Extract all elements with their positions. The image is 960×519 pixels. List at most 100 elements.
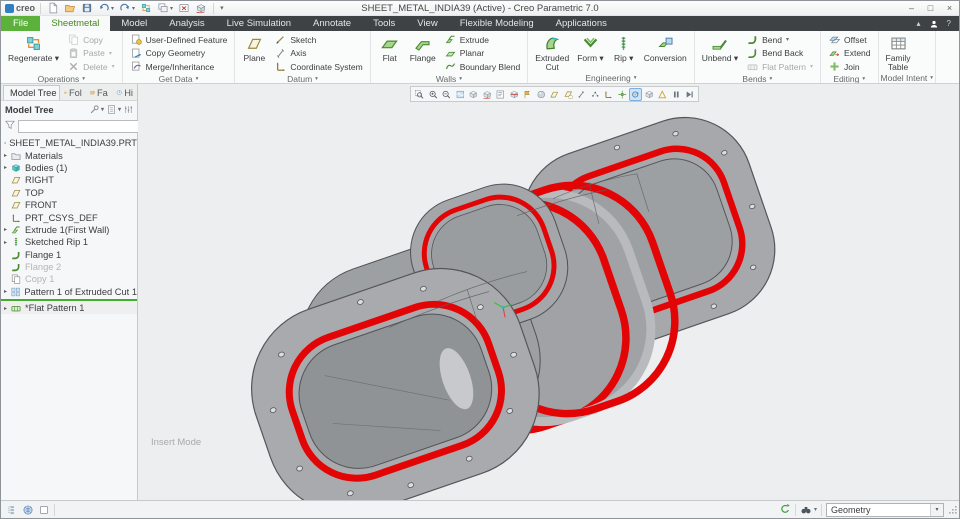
new-file-icon[interactable] bbox=[46, 2, 60, 15]
tab-applications[interactable]: Applications bbox=[545, 16, 618, 31]
navigator-tab-history[interactable]: Hi bbox=[112, 85, 137, 100]
active-window-icon[interactable]: ▾ bbox=[156, 2, 174, 15]
tree-item-top[interactable]: TOP bbox=[1, 187, 137, 199]
tree-item-sheet-metal-india39-prt[interactable]: SHEET_METAL_INDIA39.PRT bbox=[1, 137, 137, 149]
ribbon-group-label-engineering[interactable]: Engineering ▾ bbox=[528, 73, 694, 83]
open-icon[interactable] bbox=[63, 2, 77, 15]
view-manager-icon[interactable] bbox=[508, 88, 521, 101]
expand-arrow-icon[interactable]: ▸ bbox=[1, 288, 10, 295]
ribbon-group-label-get-data[interactable]: Get Data ▾ bbox=[123, 74, 235, 84]
tab-sheetmetal[interactable]: Sheetmetal bbox=[40, 16, 111, 31]
ribbon-button-coordinate-system[interactable]: Coordinate System bbox=[271, 60, 365, 74]
expand-arrow-icon[interactable]: ▸ bbox=[1, 305, 10, 312]
help-icon[interactable]: ? bbox=[947, 19, 951, 28]
step-icon[interactable] bbox=[683, 88, 696, 101]
shading-icon[interactable] bbox=[467, 88, 480, 101]
zoom-in-icon[interactable] bbox=[427, 88, 440, 101]
tab-live-simulation[interactable]: Live Simulation bbox=[216, 16, 302, 31]
nav-toggle-icon[interactable] bbox=[6, 504, 18, 516]
reorient-icon[interactable] bbox=[194, 2, 208, 15]
tree-item-flange-1[interactable]: Flange 1 bbox=[1, 249, 137, 261]
ribbon-button-extrude[interactable]: Extrude bbox=[441, 33, 524, 47]
ribbon-button-planar[interactable]: Planar bbox=[441, 47, 524, 61]
expand-arrow-icon[interactable]: ▸ bbox=[1, 239, 10, 246]
axis-display-icon[interactable] bbox=[575, 88, 588, 101]
datum-display-icon[interactable] bbox=[548, 88, 561, 101]
tree-item-flat-pattern-1[interactable]: ▸ *Flat Pattern 1 bbox=[1, 302, 137, 315]
tree-item-sketched-rip-1[interactable]: ▸ Sketched Rip 1 bbox=[1, 236, 137, 248]
ribbon-group-label-editing[interactable]: Editing ▾ bbox=[821, 74, 877, 84]
tab-view[interactable]: View bbox=[406, 16, 448, 31]
csys-display-icon[interactable] bbox=[602, 88, 615, 101]
tree-item-pattern-1-of-extruded-cut-1[interactable]: ▸ Pattern 1 of Extruded Cut 1 bbox=[1, 286, 137, 298]
tree-item-extrude-1-first-wall[interactable]: ▸ Extrude 1(First Wall) bbox=[1, 224, 137, 236]
close-window-icon[interactable] bbox=[177, 2, 191, 15]
undo-icon[interactable]: ▾ bbox=[97, 2, 115, 15]
tree-item-materials[interactable]: ▸ Materials bbox=[1, 149, 137, 161]
ribbon-button-delete[interactable]: Delete ▾ bbox=[64, 60, 118, 74]
tab-flexible-modeling[interactable]: Flexible Modeling bbox=[449, 16, 545, 31]
minimize-ribbon-icon[interactable]: ▴ bbox=[917, 19, 921, 28]
ribbon-button-boundary-blend[interactable]: Boundary Blend bbox=[441, 60, 524, 74]
ribbon-button-merge-inheritance[interactable]: Merge/Inheritance bbox=[127, 60, 231, 74]
fullscreen-toggle-icon[interactable] bbox=[38, 504, 50, 516]
spin-center-icon[interactable] bbox=[616, 88, 629, 101]
appearance-icon[interactable] bbox=[535, 88, 548, 101]
resize-grip[interactable] bbox=[949, 506, 958, 517]
maximize-button[interactable]: □ bbox=[921, 1, 940, 15]
saved-orientations-icon[interactable] bbox=[494, 88, 507, 101]
tree-item-flange-2[interactable]: Flange 2 bbox=[1, 261, 137, 273]
tree-item-front[interactable]: FRONT bbox=[1, 199, 137, 211]
ribbon-button-flange[interactable]: Flange bbox=[407, 33, 439, 64]
ribbon-button-form[interactable]: Form ▾ bbox=[574, 33, 606, 64]
ribbon-button-unbend[interactable]: Unbend ▾ bbox=[699, 33, 741, 64]
expand-arrow-icon[interactable]: ▸ bbox=[1, 152, 10, 159]
navigator-tab-folder-browser[interactable]: Fol bbox=[60, 85, 86, 100]
model-3d-sheetmetal-part[interactable] bbox=[138, 84, 959, 500]
plane-tag-display-icon[interactable] bbox=[562, 88, 575, 101]
show-annotations-icon[interactable] bbox=[521, 88, 534, 101]
ribbon-button-flat-pattern[interactable]: Flat Pattern ▾ bbox=[743, 60, 816, 74]
ribbon-button-axis[interactable]: Axis bbox=[271, 47, 365, 61]
browser-toggle-icon[interactable] bbox=[22, 504, 34, 516]
ribbon-button-conversion[interactable]: Conversion bbox=[641, 33, 690, 64]
regenerate-icon[interactable] bbox=[139, 2, 153, 15]
tab-tools[interactable]: Tools bbox=[362, 16, 406, 31]
simulation-display-icon[interactable] bbox=[656, 88, 669, 101]
ribbon-button-regenerate[interactable]: Regenerate ▾ bbox=[5, 33, 62, 64]
expand-arrow-icon[interactable]: ▸ bbox=[1, 164, 10, 171]
customize-qat-icon[interactable]: ▾ bbox=[220, 4, 224, 12]
tree-search-input[interactable] bbox=[19, 120, 140, 132]
point-display-icon[interactable] bbox=[589, 88, 602, 101]
ribbon-group-label-walls[interactable]: Walls ▾ bbox=[371, 74, 528, 84]
tree-options-icon[interactable] bbox=[123, 104, 134, 115]
regenerate-status-icon[interactable] bbox=[779, 503, 791, 515]
ribbon-button-extend[interactable]: Extend bbox=[825, 47, 873, 61]
ribbon-button-bend-back[interactable]: Bend Back bbox=[743, 47, 816, 61]
tree-columns-icon[interactable]: ▾ bbox=[106, 104, 121, 115]
tree-item-copy-1[interactable]: Copy 1 bbox=[1, 273, 137, 285]
ribbon-button-sketch[interactable]: Sketch bbox=[271, 33, 365, 47]
ribbon-group-label-operations[interactable]: Operations ▾ bbox=[1, 74, 122, 84]
zoom-out-icon[interactable] bbox=[440, 88, 453, 101]
close-button[interactable]: × bbox=[940, 1, 959, 15]
ribbon-button-bend[interactable]: Bend ▾ bbox=[743, 33, 816, 47]
ribbon-button-family-table[interactable]: Family Table bbox=[883, 33, 914, 73]
ribbon-group-label-model-intent[interactable]: Model Intent ▾ bbox=[879, 73, 936, 83]
redo-icon[interactable]: ▾ bbox=[118, 2, 136, 15]
ribbon-button-plane[interactable]: Plane bbox=[239, 33, 269, 64]
minimize-button[interactable]: – bbox=[902, 1, 921, 15]
display-style-icon[interactable] bbox=[481, 88, 494, 101]
ribbon-group-label-bends[interactable]: Bends ▾ bbox=[695, 74, 820, 84]
tree-item-prt-csys-def[interactable]: PRT_CSYS_DEF bbox=[1, 211, 137, 223]
pause-icon[interactable] bbox=[670, 88, 683, 101]
ribbon-button-flat[interactable]: Flat bbox=[375, 33, 405, 64]
transparency-icon[interactable] bbox=[643, 88, 656, 101]
tab-analysis[interactable]: Analysis bbox=[158, 16, 215, 31]
selection-filter-select[interactable]: Geometry ▾ bbox=[826, 502, 944, 517]
tree-filters-icon[interactable]: ▾ bbox=[89, 104, 104, 115]
ribbon-button-copy-geometry[interactable]: Copy Geometry bbox=[127, 47, 231, 61]
ribbon-group-label-datum[interactable]: Datum ▾ bbox=[235, 74, 369, 84]
tab-model[interactable]: Model bbox=[110, 16, 158, 31]
ribbon-button-offset[interactable]: Offset bbox=[825, 33, 873, 47]
